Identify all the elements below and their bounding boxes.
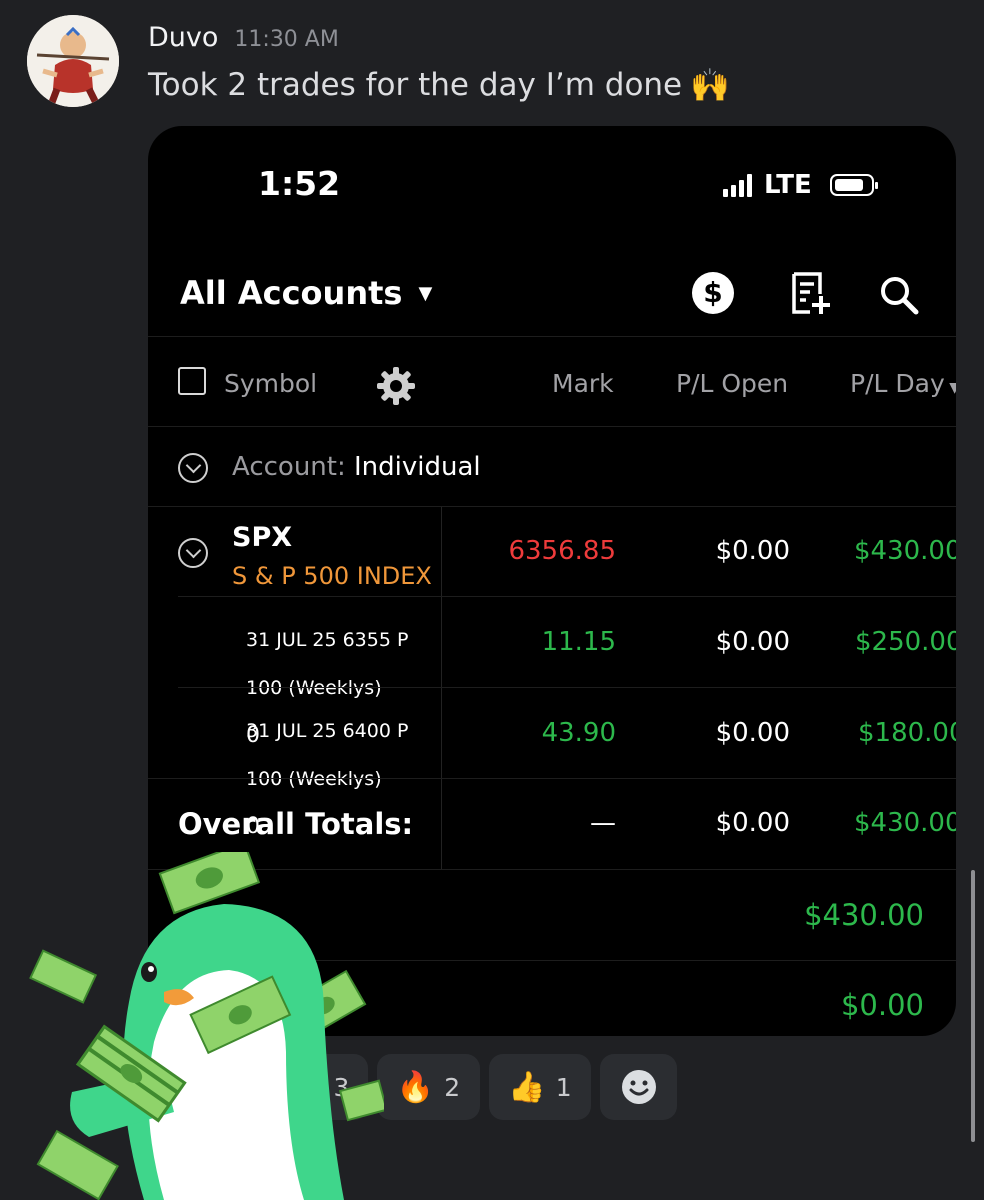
search-icon[interactable] [876,272,922,318]
avatar-image [27,15,119,107]
sort-caret-icon: ▼ [949,380,956,396]
reaction-thumbs-up[interactable]: 👍 1 [489,1054,591,1120]
account-label: Account: [232,452,355,482]
leg-pl-day: $180.00 [858,718,956,748]
collapse-position-icon[interactable] [178,538,208,568]
position-pl-day: $430.00 [854,536,956,566]
summary-value: $430.00 [804,898,924,932]
add-reaction-button[interactable] [600,1054,677,1120]
totals-pl-open: $0.00 [715,808,790,838]
totals-mark: — [590,808,616,838]
trade-ticket-icon[interactable] [788,270,832,316]
leg-line-1: 31 JUL 25 6400 P [246,720,409,742]
reaction-emoji: 👍 [508,1069,546,1105]
reaction-count: 1 [555,1072,572,1102]
divider [178,687,956,688]
leg-pl-open: $0.00 [715,718,790,748]
leg-mark: 11.15 [541,627,616,657]
leg-pl-open: $0.00 [715,627,790,657]
totals-pl-day: $430.00 [854,808,956,838]
raised-hands-emoji: 🙌 [690,66,730,104]
add-reaction-icon [621,1070,656,1104]
battery-icon [829,174,878,196]
leg-line-1: 31 JUL 25 6355 P [246,629,409,651]
penguin-money-sticker [29,852,384,1200]
account-selector-label: All Accounts [180,274,403,312]
column-header-pl-open[interactable]: P/L Open [676,369,788,398]
pl-day-label: P/L Day [850,369,945,398]
position-description: S & P 500 INDEX [232,562,432,590]
reaction-count: 2 [444,1072,461,1102]
reaction-fire[interactable]: 🔥 2 [377,1054,480,1120]
column-header-symbol[interactable]: Symbol [224,369,317,398]
gear-icon[interactable] [374,364,418,408]
collapse-account-icon[interactable] [178,453,208,483]
divider [148,426,956,427]
position-symbol[interactable]: SPX [232,522,292,553]
divider [148,336,956,337]
message-text: Took 2 trades for the day I’m done 🙌 [148,66,730,104]
leg-mark: 43.90 [541,718,616,748]
leg-pl-day: $250.00 [855,627,956,657]
column-divider [441,507,442,869]
divider [148,506,956,507]
reaction-emoji: 🔥 [396,1069,435,1105]
username[interactable]: Duvo [148,22,218,53]
dollar-circle-icon[interactable]: $ [692,272,734,314]
account-row: Account: Individual [232,452,481,482]
cash-bills [158,852,261,915]
divider [178,596,956,597]
caret-down-icon: ▼ [418,282,433,304]
column-header-mark[interactable]: Mark [552,369,614,398]
select-all-checkbox[interactable] [178,367,206,395]
message-body: Took 2 trades for the day I’m done [148,67,683,103]
message-header: Duvo 11:30 AM [148,22,339,53]
column-header-pl-day[interactable]: P/L Day ▼ [850,369,956,398]
status-time: 1:52 [258,164,341,203]
scrollbar[interactable] [971,870,975,1142]
message-timestamp: 11:30 AM [234,27,339,52]
account-name: Individual [354,452,481,482]
totals-label: Overall Totals: [178,807,414,841]
status-indicators: LTE [723,170,878,200]
position-pl-open: $0.00 [715,536,790,566]
signal-icon [723,173,752,197]
summary-value: $0.00 [840,988,924,1022]
divider [148,778,956,779]
leg-line-2: 100 (Weeklys) [246,768,382,790]
account-selector[interactable]: All Accounts ▼ [180,274,432,312]
position-mark: 6356.85 [508,536,616,566]
network-type: LTE [764,170,812,200]
user-avatar[interactable] [27,15,119,107]
